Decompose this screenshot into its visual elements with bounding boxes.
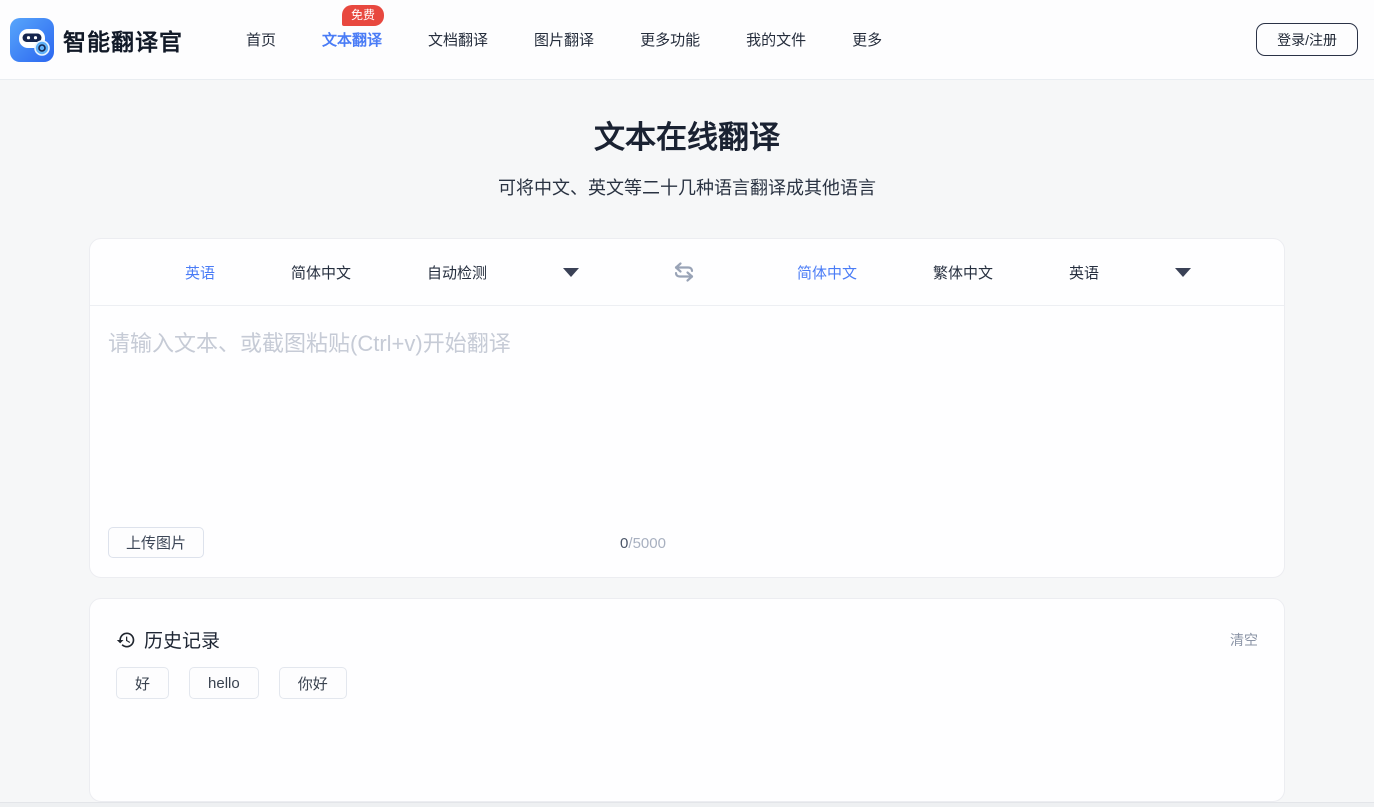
char-counter: 0/5000 [620, 535, 666, 552]
top-navbar: 智能翻译官 首页 文本翻译 免费 文档翻译 图片翻译 更多功能 我的文件 更多 … [0, 0, 1374, 80]
upload-image-button[interactable]: 上传图片 [108, 527, 204, 558]
brand-name: 智能翻译官 [63, 23, 183, 57]
swap-languages-button[interactable] [672, 259, 698, 285]
translator-card: 英语 简体中文 自动检测 简体中文 繁体中文 英语 上传图片 [89, 238, 1285, 578]
history-card: 历史记录 清空 好 hello 你好 [89, 598, 1285, 802]
char-count-limit: /5000 [628, 535, 666, 552]
free-badge: 免费 [342, 5, 384, 26]
target-lang-tab-english[interactable]: 英语 [1069, 262, 1099, 283]
source-lang-tab-auto-detect[interactable]: 自动检测 [427, 262, 487, 283]
history-title: 历史记录 [144, 626, 220, 653]
nav-item-my-files[interactable]: 我的文件 [723, 29, 829, 50]
source-lang-tab-english[interactable]: 英语 [185, 262, 215, 283]
main-nav: 首页 文本翻译 免费 文档翻译 图片翻译 更多功能 我的文件 更多 [223, 29, 905, 50]
next-section-edge [0, 802, 1374, 807]
nav-item-text-translate[interactable]: 文本翻译 免费 [299, 29, 405, 50]
history-item[interactable]: 好 [116, 667, 169, 699]
target-lang-tab-simplified-chinese[interactable]: 简体中文 [797, 262, 857, 283]
page-title: 文本在线翻译 [0, 122, 1374, 155]
source-text-input[interactable] [90, 306, 1284, 514]
app-logo-icon [10, 18, 54, 62]
hero-section: 文本在线翻译 可将中文、英文等二十几种语言翻译成其他语言 [0, 80, 1374, 198]
history-header: 历史记录 清空 [116, 626, 1258, 653]
history-item[interactable]: 你好 [279, 667, 347, 699]
history-list: 好 hello 你好 [116, 667, 1258, 699]
clear-history-button[interactable]: 清空 [1230, 630, 1258, 650]
history-clock-icon [116, 630, 136, 650]
nav-item-image-translate[interactable]: 图片翻译 [511, 29, 617, 50]
page-subtitle: 可将中文、英文等二十几种语言翻译成其他语言 [0, 178, 1374, 199]
brand[interactable]: 智能翻译官 [10, 18, 183, 62]
nav-item-home[interactable]: 首页 [223, 29, 299, 50]
source-lang-chevron-down-icon[interactable] [563, 268, 579, 277]
language-tabbar: 英语 简体中文 自动检测 简体中文 繁体中文 英语 [90, 239, 1284, 306]
target-lang-tab-traditional-chinese[interactable]: 繁体中文 [933, 262, 993, 283]
source-language-tabs: 英语 简体中文 自动检测 [90, 262, 672, 283]
swap-arrows-icon [672, 260, 696, 284]
source-lang-tab-simplified-chinese[interactable]: 简体中文 [291, 262, 351, 283]
nav-item-doc-translate[interactable]: 文档翻译 [405, 29, 511, 50]
translator-card-footer: 上传图片 0/5000 [90, 514, 1284, 577]
nav-item-more-features[interactable]: 更多功能 [617, 29, 723, 50]
login-register-button[interactable]: 登录/注册 [1256, 23, 1358, 56]
history-item[interactable]: hello [189, 667, 259, 699]
target-lang-chevron-down-icon[interactable] [1175, 268, 1191, 277]
target-language-tabs: 简体中文 繁体中文 英语 [698, 262, 1284, 283]
nav-item-more[interactable]: 更多 [829, 29, 905, 50]
